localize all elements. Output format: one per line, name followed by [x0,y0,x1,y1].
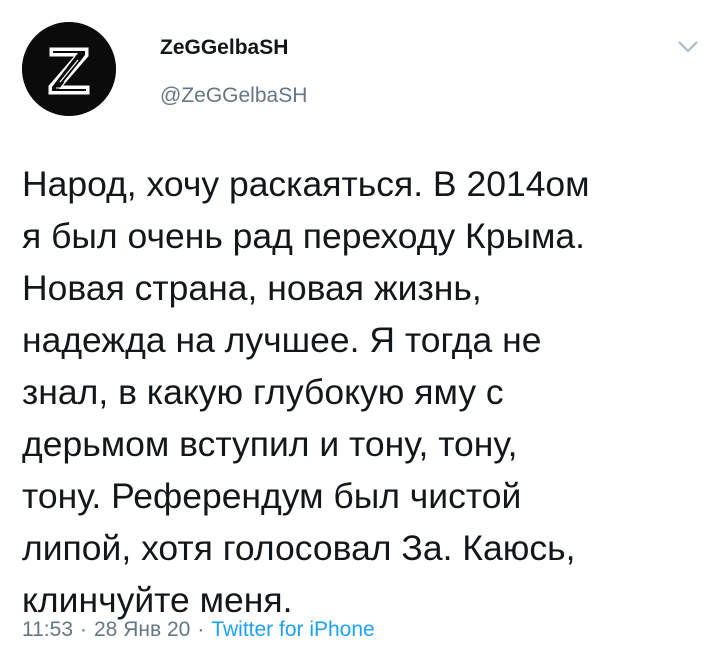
tweet-text-line: тону. Референдум был чистой [22,476,522,516]
meta-separator: · [197,618,205,641]
z-logo-icon [22,22,116,116]
tweet-text-line: липой, хотя голосовал За. Каюсь, [22,528,576,568]
user-handle[interactable]: @ZeGGelbaSH [160,84,307,108]
tweet-date[interactable]: 28 Янв 20 [94,618,190,641]
tweet-text: Народ, хочу раскаяться. В 2014ом я был о… [22,158,692,626]
tweet-card: ZeGGelbaSH @ZeGGelbaSH Народ, хочу раска… [0,0,720,670]
tweet-time[interactable]: 11:53 [22,618,73,641]
tweet-text-line: Народ, хочу раскаяться. В 2014ом [22,164,590,204]
tweet-source-link[interactable]: Twitter for iPhone [211,618,374,641]
display-name[interactable]: ZeGGelbaSH [160,36,288,60]
tweet-text-line: дерьмом вступил и тону, тону, [22,424,518,464]
meta-separator: · [80,618,87,641]
tweet-text-line: я был очень рад переходу Крыма. [22,216,586,256]
avatar[interactable] [22,22,116,116]
tweet-meta: 11:53 · 28 Янв 20 · Twitter for iPhone [22,618,375,642]
tweet-text-line: надежда на лучшее. Я тогда не [22,320,542,360]
tweet-text-line: знал, в какую глубокую яму с [22,372,504,412]
tweet-text-line: Новая страна, новая жизнь, [22,268,482,308]
chevron-down-icon[interactable] [676,38,700,56]
